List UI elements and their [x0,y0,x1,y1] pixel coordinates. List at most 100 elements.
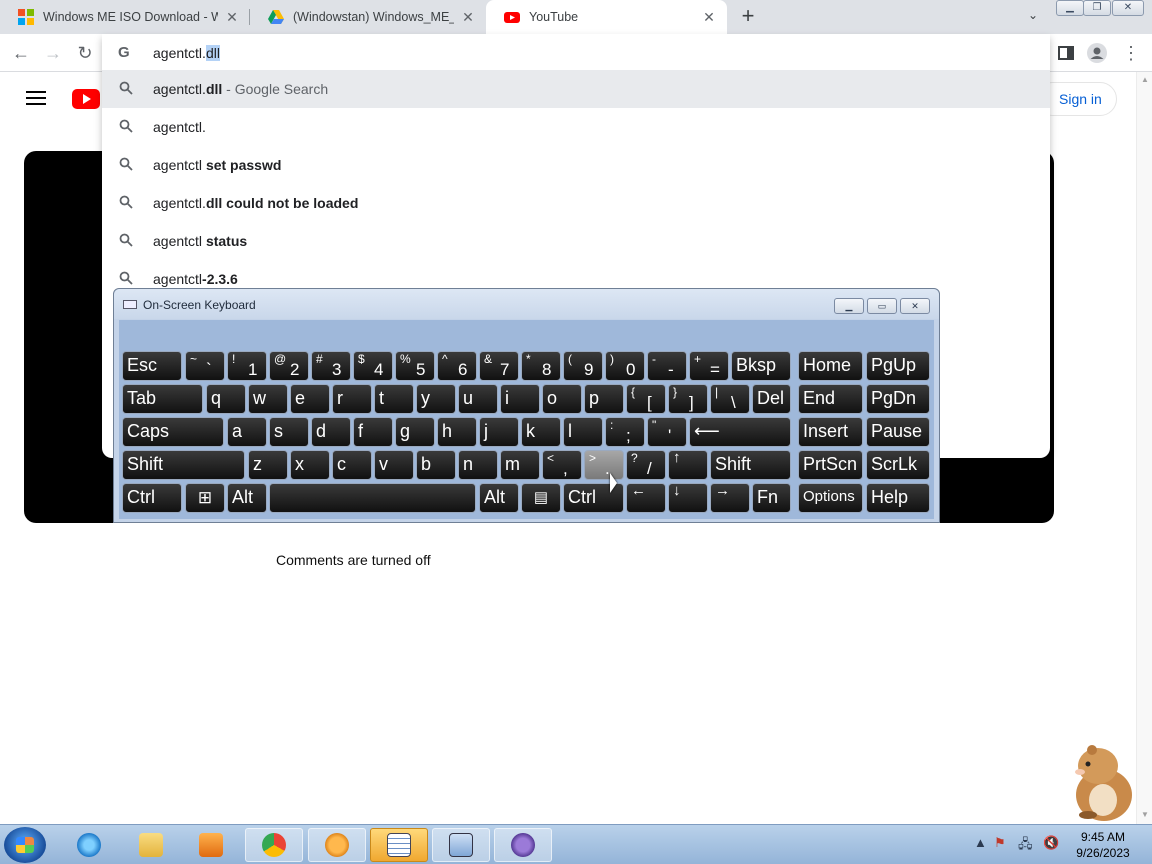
key-minus[interactable]: -- [647,351,687,381]
volume-muted-icon[interactable]: 🔇 [1043,835,1059,851]
key-j[interactable]: j [479,417,519,447]
key-f[interactable]: f [353,417,393,447]
key-p[interactable]: p [584,384,624,414]
taskbar-desktop-pet[interactable] [494,828,552,862]
action-center-flag-icon[interactable]: ⚑ [994,835,1006,851]
back-arrow-icon[interactable]: ← [10,42,32,64]
scroll-down-icon[interactable]: ▼ [1141,810,1149,819]
key-a[interactable]: a [227,417,267,447]
key-tab[interactable]: Tab [122,384,203,414]
key-pgup[interactable]: PgUp [866,351,930,381]
key-d[interactable]: d [311,417,351,447]
key-u[interactable]: u [458,384,498,414]
key-scrlk[interactable]: ScrLk [866,450,930,480]
key-k[interactable]: k [521,417,561,447]
key-e[interactable]: e [290,384,330,414]
forward-arrow-icon[interactable]: → [42,42,64,64]
key-up-arrow[interactable]: ↑ [668,450,708,480]
key-c[interactable]: c [332,450,372,480]
key-h[interactable]: h [437,417,477,447]
key-o[interactable]: o [542,384,582,414]
taskbar-scratch[interactable] [308,828,366,862]
close-window-button[interactable]: ✕ [1112,0,1144,16]
close-tab-icon[interactable]: ✕ [460,9,476,26]
page-scrollbar[interactable]: ▲ ▼ [1136,72,1152,824]
key-menu[interactable]: ▤ [521,483,561,513]
osk-title-bar[interactable]: On-Screen Keyboard ▁ ▭ ✕ [114,289,939,319]
key-tilde[interactable]: ~ ` [185,351,225,381]
taskbar-internet-explorer[interactable] [60,828,118,862]
key-del[interactable]: Del [752,384,791,414]
taskbar-media-player[interactable] [182,828,240,862]
new-tab-button[interactable]: + [737,5,759,29]
key-q[interactable]: q [206,384,246,414]
show-hidden-icons-icon[interactable]: ▲ [974,835,987,850]
reload-icon[interactable]: ↻ [74,42,96,64]
key-2[interactable]: @2 [269,351,309,381]
key-6[interactable]: ^ 6 [437,351,477,381]
tab-youtube[interactable]: YouTube ✕ [486,0,727,34]
key-4[interactable]: $4 [353,351,393,381]
key-right-arrow[interactable]: → [710,483,750,513]
taskbar-file-explorer[interactable] [122,828,180,862]
key-pause[interactable]: Pause [866,417,930,447]
key-caps[interactable]: Caps [122,417,224,447]
key-alt-right[interactable]: Alt [479,483,519,513]
key-left-bracket[interactable]: {[ [626,384,666,414]
key-1[interactable]: ! 1 [227,351,267,381]
key-fn[interactable]: Fn [752,483,791,513]
omnibox-input[interactable]: agentctl.dll [153,45,220,61]
scroll-up-icon[interactable]: ▲ [1141,75,1149,84]
key-comma[interactable]: <, [542,450,582,480]
suggestion-item[interactable]: agentctl set passwd [102,146,1050,184]
key-right-bracket[interactable]: }] [668,384,708,414]
key-options[interactable]: Options [798,483,863,513]
key-8[interactable]: * 8 [521,351,561,381]
osk-close-button[interactable]: ✕ [900,298,930,314]
key-slash[interactable]: ? / [626,450,666,480]
key-r[interactable]: r [332,384,372,414]
key-z[interactable]: z [248,450,288,480]
network-icon[interactable]: 🖧 [1018,835,1033,857]
chevron-down-icon[interactable]: ⌄ [1024,8,1042,26]
key-semicolon[interactable]: :; [605,417,645,447]
suggestion-item[interactable]: agentctl status [102,222,1050,260]
key-0[interactable]: ) 0 [605,351,645,381]
key-v[interactable]: v [374,450,414,480]
suggestion-item[interactable]: agentctl.dll could not be loaded [102,184,1050,222]
osk-maximize-button[interactable]: ▭ [867,298,897,314]
youtube-logo[interactable] [72,89,100,109]
key-home[interactable]: Home [798,351,863,381]
browser-menu-icon[interactable]: ⋮ [1120,42,1142,64]
taskbar-on-screen-keyboard[interactable] [432,828,490,862]
key-i[interactable]: i [500,384,540,414]
key-pgdn[interactable]: PgDn [866,384,930,414]
key-backslash[interactable]: | \ [710,384,750,414]
key-ctrl-left[interactable]: Ctrl [122,483,182,513]
key-n[interactable]: n [458,450,498,480]
taskbar-chrome[interactable] [245,828,303,862]
key-esc[interactable]: Esc [122,351,182,381]
close-tab-icon[interactable]: ✕ [701,9,717,26]
side-panel-icon[interactable] [1055,42,1077,64]
key-l[interactable]: l [563,417,603,447]
taskbar-clock[interactable]: 9:45 AM 9/26/2023 [1068,829,1138,861]
start-button[interactable] [4,827,46,863]
osk-minimize-button[interactable]: ▁ [834,298,864,314]
key-shift-right[interactable]: Shift [710,450,791,480]
address-bar[interactable]: G agentctl.dll [102,34,1050,71]
key-y[interactable]: y [416,384,456,414]
hamburger-menu-icon[interactable] [26,91,46,105]
tab-windowstan-drive[interactable]: (Windowstan) Windows_ME_Boo ✕ [250,0,486,34]
key-quote[interactable]: " ' [647,417,687,447]
key-b[interactable]: b [416,450,456,480]
key-prtscn[interactable]: PrtScn [798,450,863,480]
key-left-arrow[interactable]: ← [626,483,666,513]
tab-windows-me-iso[interactable]: Windows ME ISO Download - W ✕ [0,0,250,34]
key-enter[interactable]: ⟵ [689,417,791,447]
minimize-window-button[interactable]: ▁ [1056,0,1084,16]
taskbar-notepad[interactable] [370,828,428,862]
key-insert[interactable]: Insert [798,417,863,447]
key-3[interactable]: #3 [311,351,351,381]
hamster-desktop-pet[interactable] [1058,740,1136,822]
